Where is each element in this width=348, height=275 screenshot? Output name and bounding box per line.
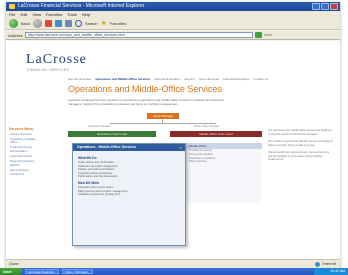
close-button[interactable] <box>330 3 338 10</box>
org-connector <box>110 123 216 124</box>
status-bar: Done Internet <box>6 259 340 268</box>
zone-label: Internet <box>322 261 336 266</box>
minimize-button[interactable] <box>312 3 320 10</box>
right-paragraph: Our operations and middle-office service… <box>268 129 332 136</box>
menu-help[interactable]: Help <box>82 11 90 18</box>
popup-line: Performance and risk data support <box>78 175 118 179</box>
start-button[interactable]: start <box>0 268 22 275</box>
sidebar-item[interactable]: Contact Us <box>6 173 42 177</box>
sidebar-title: Services Menu <box>9 127 34 131</box>
right-paragraph: We combine experienced staff with proven… <box>268 140 333 147</box>
popup-body: What We Do Trade capture and confirmatio… <box>73 151 185 200</box>
middle-office-line: Client reporting <box>189 160 207 164</box>
nav-link-active[interactable]: Operations and Middle-Office Services <box>95 77 150 81</box>
menu-favorites[interactable]: Favorites <box>46 11 62 18</box>
refresh-icon[interactable] <box>54 20 62 27</box>
popup-section-heading: What We Do <box>78 156 97 160</box>
stop-icon[interactable] <box>44 20 52 27</box>
menu-file[interactable]: File <box>9 11 15 18</box>
menu-tools[interactable]: Tools <box>67 11 76 18</box>
taskbar: start LaCrosse Financial... Inbox - Micr… <box>0 268 348 275</box>
intro-text: LaCrosse Financial Services provides com… <box>68 98 225 106</box>
nav-link[interactable]: Client Relationships <box>223 77 250 81</box>
search-icon[interactable] <box>74 20 82 27</box>
ie-logo-icon <box>9 4 15 9</box>
menu-bar: File Edit View Favorites Tools Help <box>6 11 340 18</box>
go-button[interactable] <box>254 32 262 38</box>
nav-link[interactable]: Client Services <box>199 77 219 81</box>
system-tray-clock: 10:42 AM <box>314 268 348 275</box>
taskbar-item[interactable]: LaCrosse Financial... <box>25 269 60 274</box>
org-left-label: Operations Manager <box>88 125 111 128</box>
back-label[interactable]: Back <box>21 21 30 26</box>
org-top-box[interactable]: Client Manager <box>147 113 179 119</box>
window-controls <box>312 3 338 10</box>
right-column: Our operations and middle-office service… <box>268 129 334 166</box>
popup-section-heading: How We Work <box>78 180 100 185</box>
favorites-label[interactable]: Favorites <box>110 21 126 26</box>
address-bar: Address http://www.lacrosse.com/ops_and_… <box>6 31 340 40</box>
browser-window: LaCrosse Financial Services - Microsoft … <box>6 2 340 268</box>
site-tagline: FINANCIAL SERVICES <box>27 68 70 72</box>
links-label[interactable]: Links <box>264 33 272 37</box>
status-text: Done <box>9 261 19 266</box>
popup-title: Operations - Middle-Office Services <box>73 144 185 151</box>
web-page: LaCrosse FINANCIAL SERVICES Service Over… <box>6 41 340 259</box>
sidebar-item[interactable]: Operations & Middle-Office <box>6 137 42 145</box>
maximize-button[interactable] <box>321 3 329 10</box>
favorites-icon[interactable]: ★ <box>101 20 107 28</box>
taskbar-item[interactable]: Inbox - Microsoft... <box>62 269 93 274</box>
site-nav: Service Overview Operations and Middle-O… <box>68 77 334 81</box>
home-icon[interactable] <box>64 20 72 27</box>
address-label: Address <box>8 32 23 38</box>
org-left-box[interactable]: Operations Team Lead <box>68 131 156 137</box>
toolbar: Back Search ★ Favorites <box>6 18 340 30</box>
sidebar: Services Menu Service Overview Operation… <box>6 127 42 178</box>
close-icon[interactable]: × <box>178 145 183 150</box>
nav-link[interactable]: Data Administration <box>154 77 180 81</box>
search-label[interactable]: Search <box>85 21 98 26</box>
address-input[interactable]: http://www.lacrosse.com/ops_and_middle_o… <box>24 32 253 38</box>
security-zone: Internet <box>315 260 336 268</box>
menu-view[interactable]: View <box>32 11 41 18</box>
back-icon[interactable] <box>9 19 18 28</box>
title-bar: LaCrosse Financial Services - Microsoft … <box>6 2 340 11</box>
menu-edit[interactable]: Edit <box>20 11 27 18</box>
nav-link[interactable]: Reports <box>184 77 195 81</box>
page-title: Operations and Middle-Office Services <box>68 84 222 94</box>
popup-line: Scalable processes for growing firms <box>78 193 121 197</box>
nav-link[interactable]: Contact Us <box>253 77 268 81</box>
nav-link[interactable]: Service Overview <box>68 77 91 81</box>
window-title: LaCrosse Financial Services - Microsoft … <box>18 3 145 9</box>
globe-icon <box>315 261 321 267</box>
org-right-label: Middle-Office Manager <box>194 125 220 128</box>
org-right-box[interactable]: Middle-Office Team Lead <box>170 131 262 137</box>
middle-office-panel: Middle-Office Portfolio accounting Prici… <box>186 143 262 203</box>
forward-icon[interactable] <box>32 19 42 28</box>
right-paragraph: Clients benefit from reduced costs, impr… <box>268 151 330 161</box>
services-popup: Operations - Middle-Office Services × Wh… <box>72 143 186 246</box>
site-logo[interactable]: LaCrosse <box>26 52 87 68</box>
